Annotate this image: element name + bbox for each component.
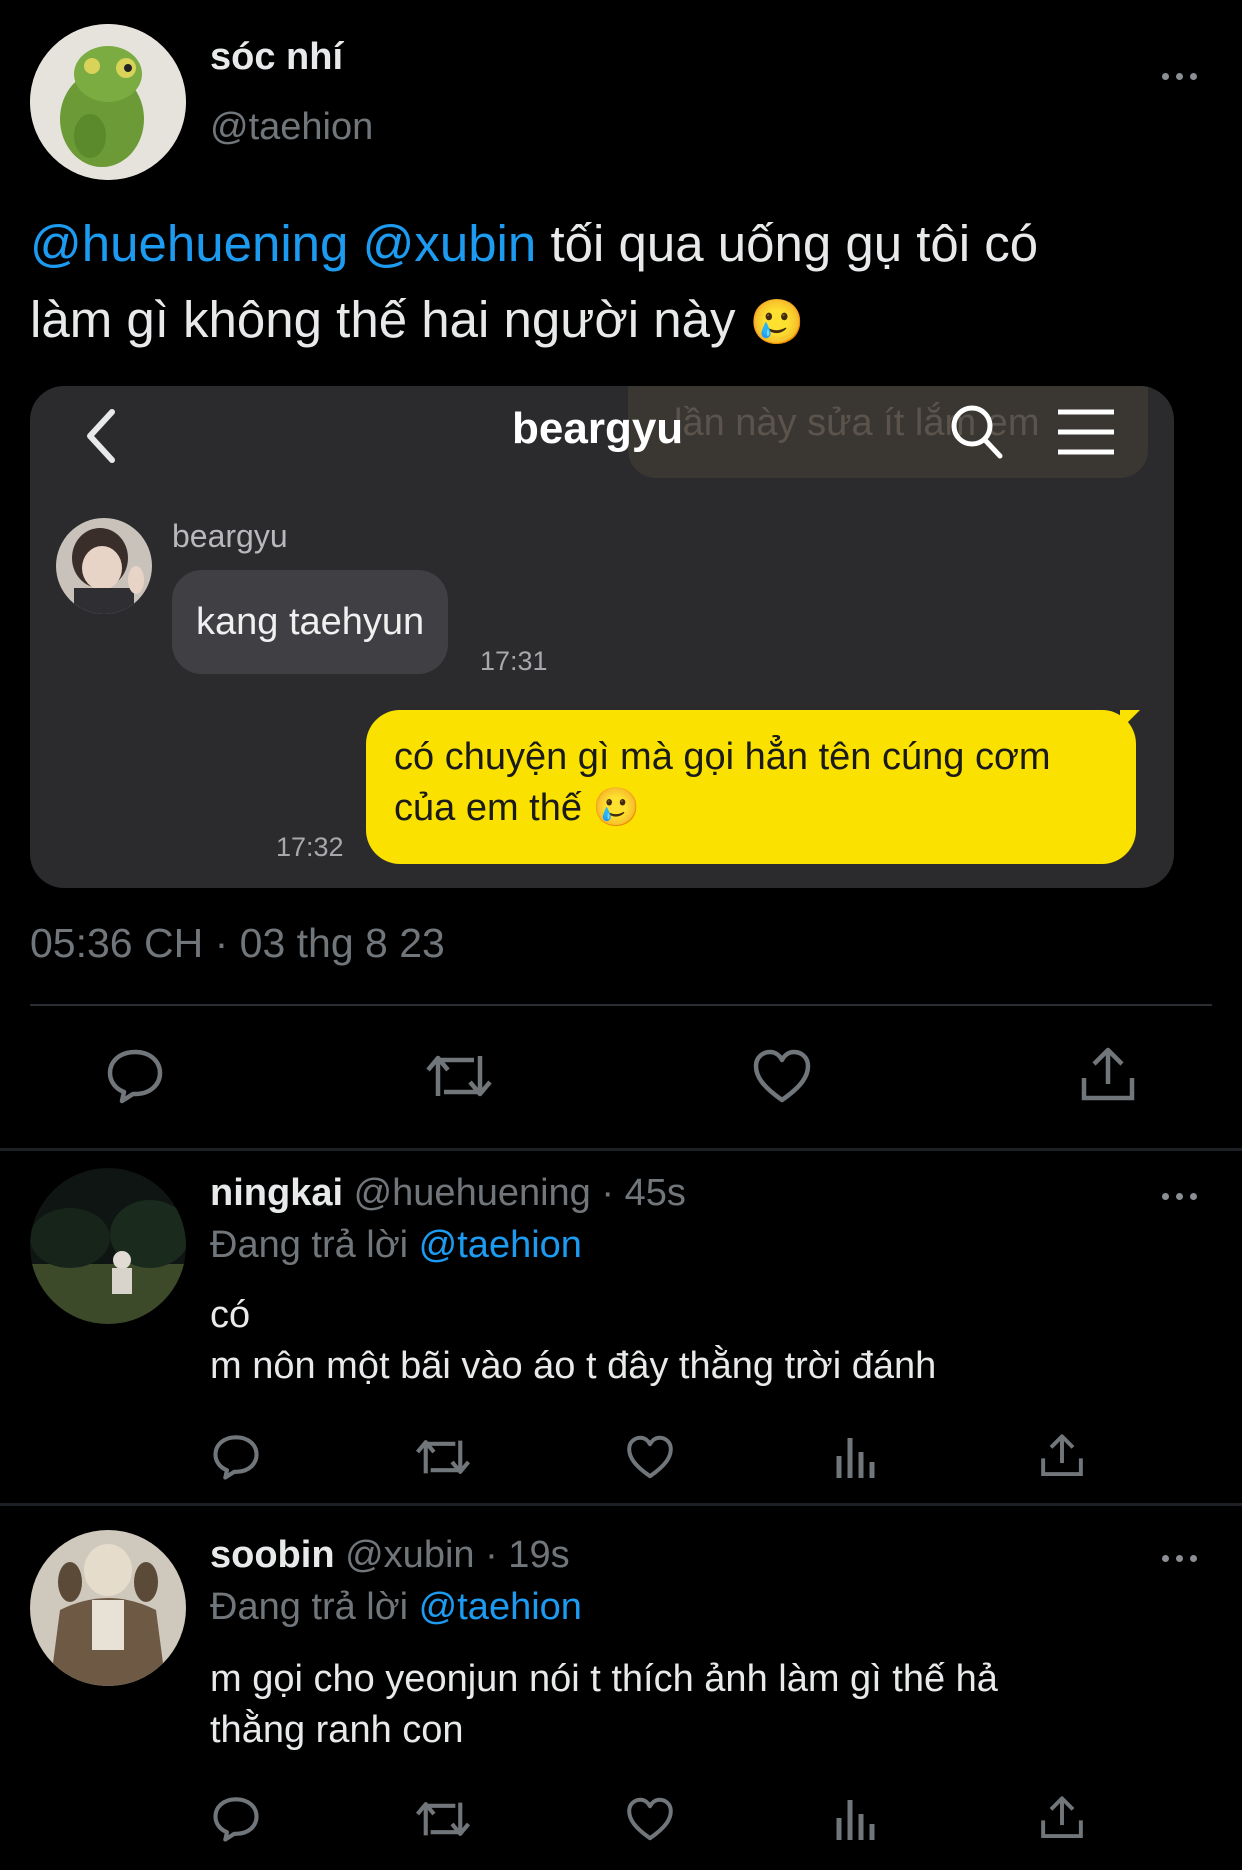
more-icon[interactable] [1162, 1190, 1202, 1202]
reply-header: soobin @xubin · 19s [210, 1534, 570, 1577]
replying-to-line: Đang trả lời @taehion [210, 1224, 582, 1267]
incoming-message: kang taehyun [196, 601, 425, 643]
sender-avatar[interactable] [56, 518, 152, 614]
search-icon[interactable] [948, 402, 1004, 462]
share-icon[interactable] [1080, 1046, 1136, 1104]
tweet-text-part2: làm gì không thế hai người này [30, 291, 736, 348]
outgoing-message-line2-text: của em thế [394, 787, 582, 829]
outgoing-bubble[interactable]: có chuyện gì mà gọi hẳn tên cúng cơm của… [366, 710, 1136, 864]
author-avatar[interactable] [30, 24, 186, 180]
crying-smile-emoji: 🥲 [592, 787, 640, 829]
outgoing-bubble-tail [1120, 710, 1140, 730]
sender-name: beargyu [172, 518, 288, 554]
share-icon[interactable] [1040, 1432, 1084, 1480]
like-icon[interactable] [752, 1048, 812, 1104]
author-handle[interactable]: @taehion [210, 106, 373, 149]
reply-icon[interactable] [212, 1796, 260, 1842]
reply-avatar-ningkai[interactable] [30, 1168, 186, 1324]
mention-huehuening[interactable]: @huehuening [30, 215, 348, 272]
like-icon[interactable] [626, 1796, 674, 1842]
tweet-timestamp[interactable]: 05:36 CH · 03 thg 8 23 [30, 920, 445, 967]
more-icon[interactable] [1162, 1552, 1202, 1564]
incoming-time: 17:31 [480, 646, 548, 676]
tweet-text-line2: làm gì không thế hai người này 🥲 [30, 282, 1210, 361]
replying-to-mention[interactable]: @taehion [419, 1586, 582, 1628]
menu-icon[interactable] [1056, 408, 1116, 456]
views-icon[interactable] [834, 1796, 878, 1842]
replying-to-label: Đang trả lời [210, 1586, 409, 1628]
like-icon[interactable] [626, 1434, 674, 1480]
share-icon[interactable] [1040, 1794, 1084, 1842]
replying-to-mention[interactable]: @taehion [419, 1224, 582, 1266]
reply-handle[interactable]: @xubin [345, 1534, 474, 1576]
views-icon[interactable] [834, 1434, 878, 1480]
retweet-icon[interactable] [424, 1048, 494, 1104]
tweet-text: @huehuening @xubin tối qua uống gụ tôi c… [30, 206, 1210, 361]
reply-display-name[interactable]: ningkai [210, 1172, 343, 1214]
reply-text-line2: thằng ranh con [210, 1709, 464, 1751]
reply-icon[interactable] [212, 1434, 260, 1480]
outgoing-message-line1: có chuyện gì mà gọi hẳn tên cúng cơm [394, 736, 1051, 778]
author-display-name[interactable]: sóc nhí [210, 36, 343, 79]
replying-to-label: Đang trả lời [210, 1224, 409, 1266]
reply-time: · 19s [485, 1534, 570, 1576]
reply-header: ningkai @huehuening · 45s [210, 1172, 686, 1215]
reply-divider [0, 1503, 1242, 1506]
retweet-icon[interactable] [414, 1796, 472, 1842]
tweet-text-line1: @huehuening @xubin tối qua uống gụ tôi c… [30, 206, 1210, 282]
retweet-icon[interactable] [414, 1434, 472, 1480]
reply-icon[interactable] [106, 1048, 164, 1104]
tweet-text-part1: tối qua uống gụ tôi có [550, 215, 1039, 272]
reply-display-name[interactable]: soobin [210, 1534, 335, 1576]
reply-handle[interactable]: @huehuening [354, 1172, 591, 1214]
incoming-bubble[interactable]: kang taehyun [172, 570, 449, 674]
reply-time: · 45s [601, 1172, 686, 1214]
reply-text: có m nôn một bãi vào áo t đây thằng trời… [210, 1290, 1210, 1392]
reply-avatar-soobin[interactable] [30, 1530, 186, 1686]
reply-text: m gọi cho yeonjun nói t thích ảnh làm gì… [210, 1654, 1220, 1756]
replying-to-line: Đang trả lời @taehion [210, 1586, 582, 1629]
reply-text-line2: m nôn một bãi vào áo t đây thằng trời đá… [210, 1345, 937, 1387]
outgoing-message-line2: của em thế 🥲 [394, 786, 640, 830]
timestamp-divider [30, 1004, 1212, 1006]
reply-text-line1: có [210, 1294, 251, 1336]
reply-text-line1: m gọi cho yeonjun nói t thích ảnh làm gì… [210, 1658, 998, 1700]
more-icon[interactable] [1162, 70, 1202, 82]
chat-title: beargyu [512, 404, 684, 453]
back-arrow-icon[interactable] [82, 406, 122, 466]
chat-screenshot-image[interactable]: lần này sửa ít lắm em beargyu beargyu ka… [30, 386, 1174, 888]
outgoing-time: 17:32 [276, 832, 344, 862]
crying-smile-emoji: 🥲 [749, 298, 805, 347]
main-tweet-divider [0, 1148, 1242, 1151]
mention-xubin[interactable]: @xubin [363, 215, 537, 272]
